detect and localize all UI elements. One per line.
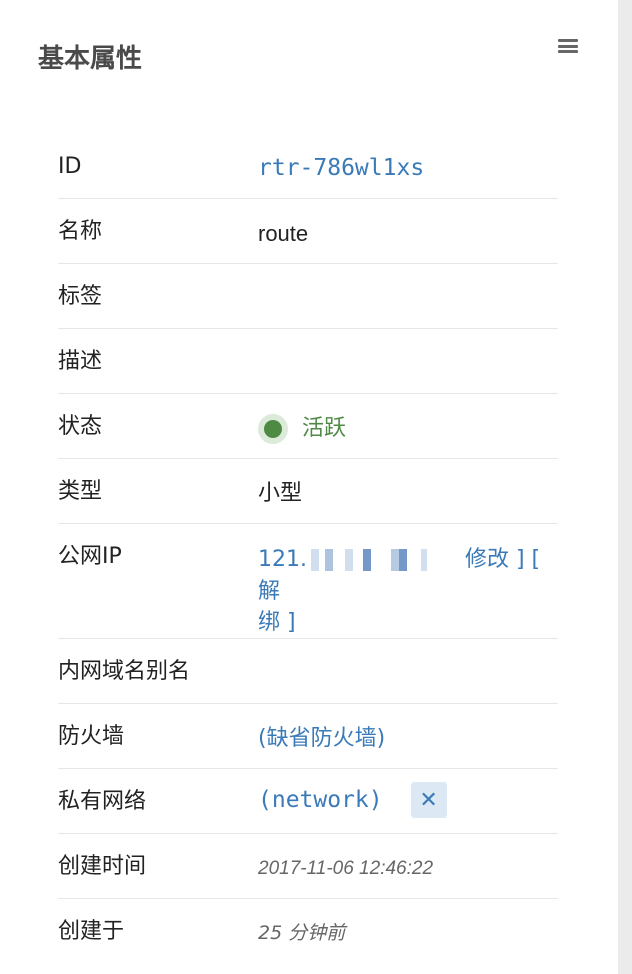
created-time-label: 创建时间 — [58, 854, 147, 879]
public-ip-value: 121. 修改 ] [ 解 绑 ] — [258, 543, 558, 638]
tags-label: 标签 — [58, 284, 103, 309]
created-time-value: 2017-11-06 12:46:22 — [258, 858, 434, 879]
id-value[interactable]: rtr-786wl1xs — [258, 153, 558, 184]
type-label: 类型 — [58, 479, 103, 504]
description-label: 描述 — [58, 349, 103, 374]
type-value: 小型 — [258, 481, 303, 506]
status-badge: 活跃 — [258, 413, 558, 444]
row-intranet-alias: 内网域名别名 — [58, 639, 558, 704]
status-dot-icon — [258, 413, 288, 444]
row-created-time: 创建时间 2017-11-06 12:46:22 — [58, 834, 558, 899]
row-created-ago: 创建于 25 分钟前 — [58, 899, 558, 964]
private-network-label: 私有网络 — [58, 789, 147, 814]
row-status: 状态 活跃 — [58, 394, 558, 459]
created-ago-label: 创建于 — [58, 919, 125, 944]
row-firewall: 防火墙 (缺省防火墙) — [58, 704, 558, 769]
ip-redacted-mask — [310, 549, 461, 572]
properties-table: ID rtr-786wl1xs 名称 route 标签 描述 状态 活跃 类型 … — [58, 134, 558, 964]
row-description: 描述 — [58, 329, 558, 394]
row-id: ID rtr-786wl1xs — [58, 134, 558, 199]
created-ago-value: 25 分钟前 — [258, 922, 346, 944]
status-label: 状态 — [58, 414, 103, 439]
row-private-network: 私有网络 (network) ✕ — [58, 769, 558, 834]
row-public-ip: 公网IP 121. 修改 ] [ 解 绑 ] — [58, 524, 558, 639]
network-link[interactable]: (network) — [258, 785, 383, 816]
intranet-alias-label: 内网域名别名 — [58, 659, 191, 684]
row-name: 名称 route — [58, 199, 558, 264]
public-ip-label: 公网IP — [58, 544, 122, 569]
panel-title: 基本属性 — [38, 44, 143, 74]
hamburger-menu-icon[interactable] — [558, 39, 578, 55]
scroll-edge — [618, 0, 632, 974]
private-network-value: (network) ✕ — [258, 782, 558, 818]
basic-properties-panel: 基本属性 ID rtr-786wl1xs 名称 route 标签 描述 状态 活… — [0, 0, 618, 974]
name-value: route — [258, 221, 309, 246]
firewall-link[interactable]: (缺省防火墙) — [258, 723, 558, 754]
status-text: 活跃 — [302, 416, 347, 441]
id-label: ID — [58, 154, 82, 179]
row-type: 类型 小型 — [58, 459, 558, 524]
close-icon[interactable]: ✕ — [410, 782, 447, 818]
row-tags: 标签 — [58, 264, 558, 329]
ip-address[interactable]: 121. — [258, 547, 307, 572]
name-label: 名称 — [58, 219, 103, 244]
firewall-label: 防火墙 — [58, 724, 125, 749]
unbind-ip-link[interactable]: 绑 ] — [258, 607, 558, 638]
